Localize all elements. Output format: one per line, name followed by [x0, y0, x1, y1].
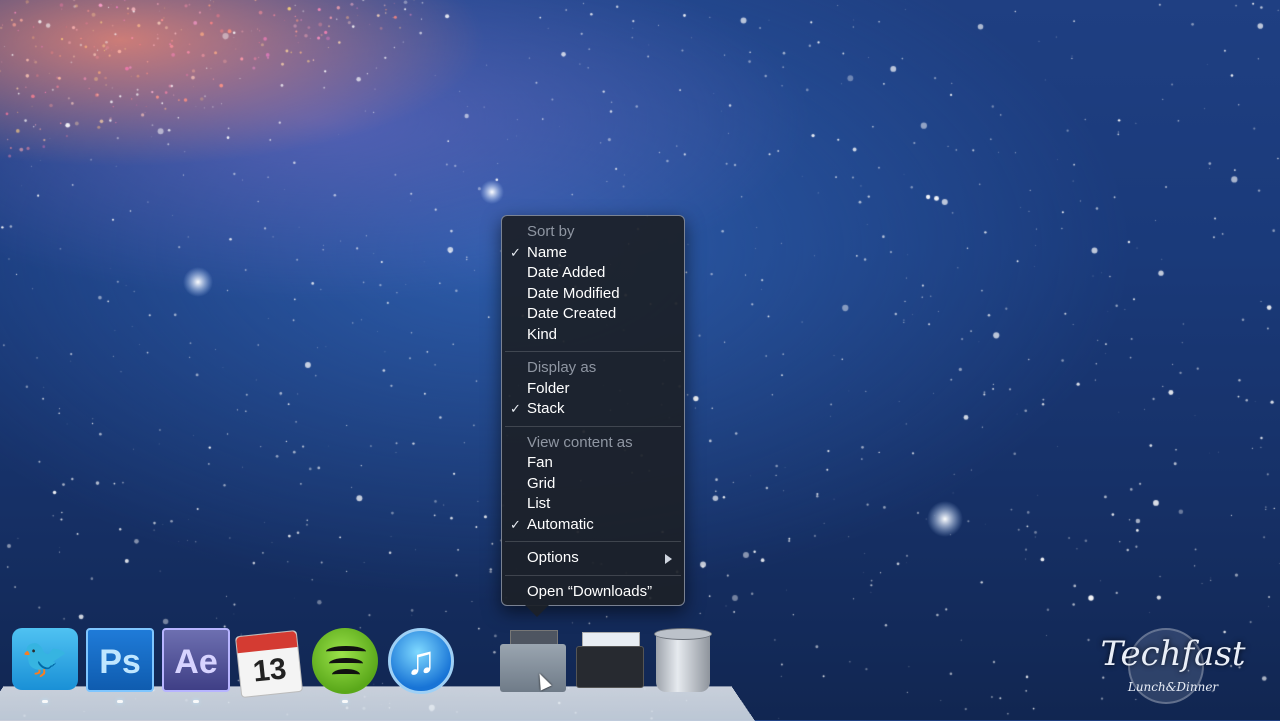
- trash-dock-icon[interactable]: [654, 628, 712, 692]
- display-as-header: Display as: [527, 359, 597, 376]
- trash-rim: [654, 628, 712, 640]
- menu-separator: [505, 541, 681, 542]
- menu-item-sort-date-added[interactable]: Date Added: [502, 263, 684, 284]
- view-content-as-header: View content as: [527, 433, 633, 451]
- running-indicator: [342, 700, 348, 703]
- spotify-dock-icon[interactable]: [312, 628, 378, 694]
- menu-item-sort-kind[interactable]: Kind: [502, 325, 684, 346]
- calendar-day: 13: [251, 652, 289, 689]
- watermark-subtitle: Lunch&Dinner: [1127, 680, 1219, 694]
- menu-item-view-fan[interactable]: Fan: [502, 453, 684, 474]
- checkmark-icon: ✓: [510, 401, 521, 416]
- twitter-bird-icon: 🐦: [21, 638, 69, 680]
- calendar-dock-icon[interactable]: 13: [234, 629, 304, 699]
- menu-item-options[interactable]: Options: [502, 548, 684, 569]
- running-indicator: [42, 700, 48, 703]
- checkmark-icon: ✓: [510, 516, 521, 532]
- music-note-icon: ♫: [406, 639, 436, 683]
- menu-item-display-stack[interactable]: ✓ Stack: [502, 399, 684, 420]
- sort-by-header: Sort by: [527, 223, 575, 240]
- submenu-arrow-icon: [665, 554, 672, 564]
- menu-separator: [505, 574, 681, 576]
- menu-separator: [505, 425, 681, 427]
- techfast-watermark: Techfast Lunch&Dinner: [1078, 628, 1268, 704]
- folder-icon: [500, 644, 566, 692]
- menu-item-sort-name[interactable]: ✓ Name: [502, 243, 684, 264]
- downloads-stack-icon[interactable]: [500, 630, 566, 694]
- menu-separator: [505, 351, 681, 352]
- after-effects-dock-icon[interactable]: Ae: [162, 628, 230, 692]
- menu-item-open-downloads[interactable]: Open “Downloads”: [502, 582, 684, 603]
- documents-stack-icon[interactable]: [576, 632, 644, 690]
- running-indicator: [193, 700, 199, 703]
- menu-item-sort-date-created[interactable]: Date Created: [502, 304, 684, 325]
- twitter-dock-icon[interactable]: 🐦: [12, 628, 78, 690]
- menu-item-view-grid[interactable]: Grid: [502, 474, 684, 495]
- photoshop-dock-icon[interactable]: Ps: [86, 628, 154, 692]
- folder-icon: [576, 646, 644, 688]
- menu-item-view-automatic[interactable]: ✓ Automatic: [502, 515, 684, 536]
- watermark-title: Techfast: [1100, 634, 1246, 674]
- checkmark-icon: ✓: [510, 244, 521, 260]
- running-indicator: [117, 700, 123, 703]
- menu-item-display-folder[interactable]: Folder: [502, 379, 684, 400]
- spotify-wave-icon: [326, 646, 366, 657]
- dock-stack-context-menu: Sort by ✓ Name Date Added Date Modified D…: [501, 215, 685, 617]
- spotify-wave-icon: [332, 669, 360, 680]
- itunes-dock-icon[interactable]: ♫: [388, 628, 454, 694]
- spotify-wave-icon: [329, 658, 363, 669]
- menu-item-sort-date-modified[interactable]: Date Modified: [502, 284, 684, 305]
- menu-item-view-list[interactable]: List: [502, 494, 684, 515]
